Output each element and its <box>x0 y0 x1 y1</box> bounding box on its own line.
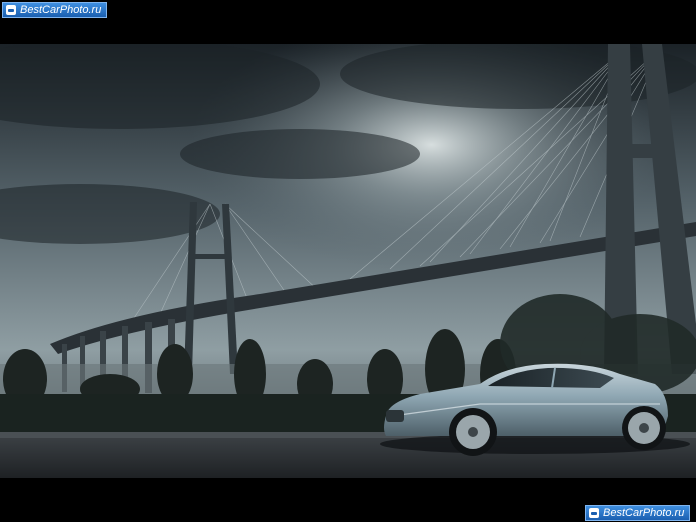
watermark-top: BestCarPhoto.ru <box>2 2 108 18</box>
watermark-top-text: BestCarPhoto.ru <box>20 4 102 16</box>
car-photo <box>0 44 696 478</box>
watermark-bottom: BestCarPhoto.ru <box>585 505 691 521</box>
car-wheel-front <box>449 408 497 456</box>
car-wheel-rear <box>622 406 666 450</box>
camera-icon <box>589 508 599 518</box>
watermark-bottom-text: BestCarPhoto.ru <box>603 507 685 519</box>
camera-icon <box>6 5 16 15</box>
